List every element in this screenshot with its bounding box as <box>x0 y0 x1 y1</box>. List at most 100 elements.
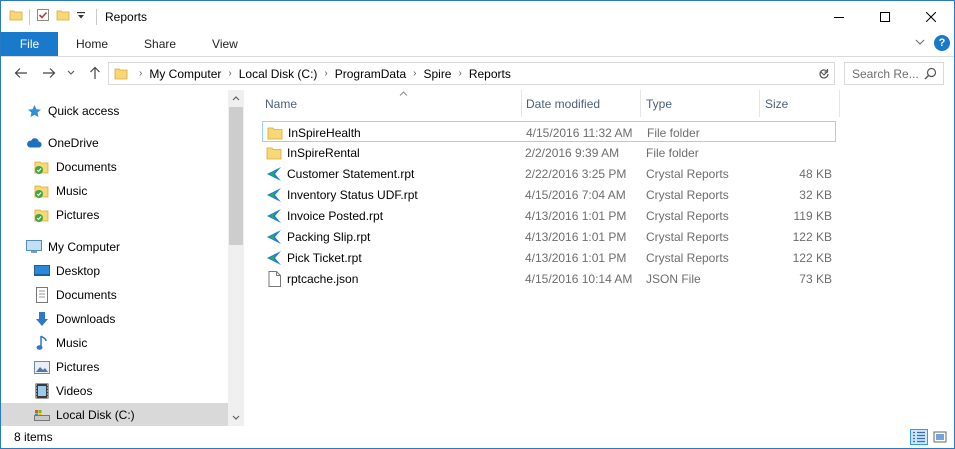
status-bar: 8 items <box>1 426 954 448</box>
nav-local-disk[interactable]: Local Disk (C:) <box>1 403 228 426</box>
back-button[interactable] <box>9 61 33 85</box>
recent-locations-button[interactable] <box>63 61 79 85</box>
address-bar[interactable]: › My Computer › Local Disk (C:) › Progra… <box>108 62 835 85</box>
column-type-header[interactable]: Type <box>640 90 760 117</box>
scrollbar-thumb[interactable] <box>229 107 243 245</box>
nav-pictures[interactable]: Pictures <box>1 355 228 379</box>
breadcrumb-chevron-icon[interactable]: › <box>413 68 416 79</box>
file-name: Pick Ticket.rpt <box>287 250 362 265</box>
up-button[interactable] <box>83 61 107 85</box>
file-size: 119 KB <box>793 208 832 223</box>
column-date-header[interactable]: Date modified <box>520 90 641 117</box>
breadcrumb-chevron-icon[interactable]: › <box>139 68 142 79</box>
nav-onedrive[interactable]: OneDrive <box>1 131 228 155</box>
nav-onedrive-pictures[interactable]: Pictures <box>1 203 228 227</box>
file-row[interactable]: rptcache.json 4/15/2016 10:14 AM JSON Fi… <box>262 268 836 289</box>
nav-music[interactable]: Music <box>1 331 228 355</box>
file-date: 4/13/2016 1:01 PM <box>525 208 627 223</box>
file-date: 4/13/2016 1:01 PM <box>525 250 627 265</box>
file-date: 4/13/2016 1:01 PM <box>525 229 627 244</box>
nav-onedrive-music[interactable]: Music <box>1 179 228 203</box>
file-name: Packing Slip.rpt <box>287 229 371 244</box>
large-icons-view-button[interactable] <box>931 429 949 445</box>
file-row[interactable]: Packing Slip.rpt 4/13/2016 1:01 PM Cryst… <box>262 226 836 247</box>
file-size: 32 KB <box>799 187 832 202</box>
pictures-icon <box>34 359 50 375</box>
breadcrumb-my-computer[interactable]: My Computer <box>149 67 221 81</box>
crystal-reports-icon <box>266 166 282 182</box>
documents-icon <box>34 287 50 303</box>
file-size: 73 KB <box>799 271 832 286</box>
file-row[interactable]: InSpireRental 2/2/2016 9:39 AM File fold… <box>262 142 836 163</box>
nav-quick-access[interactable]: Quick access <box>1 99 228 123</box>
title-bar: Reports <box>1 1 954 32</box>
file-row[interactable]: Inventory Status UDF.rpt 4/15/2016 7:04 … <box>262 184 836 205</box>
forward-button[interactable] <box>37 61 61 85</box>
file-type: Crystal Reports <box>646 166 729 181</box>
folder-icon <box>266 145 282 161</box>
nav-label: Pictures <box>56 360 100 374</box>
scroll-down-icon[interactable] <box>228 409 244 426</box>
nav-downloads[interactable]: Downloads <box>1 307 228 331</box>
crystal-reports-icon <box>266 250 282 266</box>
file-row[interactable]: InSpireHealth 4/15/2016 11:32 AM File fo… <box>262 121 836 142</box>
file-name: InSpireHealth <box>288 125 361 140</box>
nav-label: Music <box>56 336 88 350</box>
breadcrumb-spire[interactable]: Spire <box>423 67 451 81</box>
file-type: File folder <box>647 125 700 140</box>
cloud-icon <box>26 135 42 151</box>
file-size: 48 KB <box>799 166 832 181</box>
ribbon-tabs: File Home Share View ? <box>1 32 954 57</box>
help-icon[interactable]: ? <box>934 35 950 51</box>
breadcrumb-programdata[interactable]: ProgramData <box>335 67 406 81</box>
search-input[interactable]: Search Re... <box>844 62 944 85</box>
breadcrumb-chevron-icon[interactable]: › <box>228 68 231 79</box>
nav-label: Documents <box>56 288 117 302</box>
refresh-icon <box>818 68 829 79</box>
large-icons-view-icon <box>933 431 947 443</box>
nav-onedrive-documents[interactable]: Documents <box>1 155 228 179</box>
tab-view[interactable]: View <box>194 32 256 56</box>
minimize-button[interactable] <box>816 1 862 32</box>
nav-documents[interactable]: Documents <box>1 283 228 307</box>
file-date: 4/15/2016 7:04 AM <box>525 187 626 202</box>
file-type: File folder <box>646 145 699 160</box>
refresh-button[interactable] <box>813 62 835 85</box>
file-row[interactable]: Pick Ticket.rpt 4/13/2016 1:01 PM Crysta… <box>262 247 836 268</box>
nav-label: OneDrive <box>48 136 99 150</box>
navpane-scrollbar[interactable] <box>228 90 244 426</box>
nav-my-computer[interactable]: My Computer <box>1 235 228 259</box>
column-size-header[interactable]: Size <box>759 90 840 117</box>
breadcrumb-chevron-icon[interactable]: › <box>324 68 327 79</box>
folder-icon <box>9 8 23 25</box>
tab-share[interactable]: Share <box>126 32 194 56</box>
scroll-up-icon[interactable] <box>228 90 244 107</box>
file-row[interactable]: Invoice Posted.rpt 4/13/2016 1:01 PM Cry… <box>262 205 836 226</box>
film-icon <box>34 383 50 399</box>
back-arrow-icon <box>14 68 27 78</box>
details-view-button[interactable] <box>910 429 928 445</box>
breadcrumb-chevron-icon[interactable]: › <box>458 68 461 79</box>
new-folder-icon[interactable] <box>56 8 70 25</box>
breadcrumb-local-disk[interactable]: Local Disk (C:) <box>239 67 318 81</box>
breadcrumb-reports[interactable]: Reports <box>469 67 511 81</box>
file-list: Name Date modified Type Size InSpireHeal… <box>244 90 954 426</box>
customize-qat-dropdown-icon[interactable] <box>76 10 86 24</box>
search-icon[interactable] <box>924 67 937 83</box>
maximize-button[interactable] <box>862 1 908 32</box>
expand-ribbon-icon[interactable] <box>914 36 926 51</box>
file-name: Inventory Status UDF.rpt <box>287 187 418 202</box>
nav-desktop[interactable]: Desktop <box>1 259 228 283</box>
nav-label: Local Disk (C:) <box>56 408 135 422</box>
tab-file[interactable]: File <box>1 32 58 56</box>
navigation-bar: › My Computer › Local Disk (C:) › Progra… <box>1 57 954 90</box>
file-type: Crystal Reports <box>646 187 729 202</box>
chevron-down-icon <box>67 70 75 75</box>
properties-checkmark-icon[interactable] <box>36 8 50 25</box>
window-title: Reports <box>105 9 148 24</box>
file-row[interactable]: Customer Statement.rpt 2/22/2016 3:25 PM… <box>262 163 836 184</box>
nav-videos[interactable]: Videos <box>1 379 228 403</box>
tab-home[interactable]: Home <box>58 32 126 56</box>
column-name-header[interactable]: Name <box>259 90 522 117</box>
close-button[interactable] <box>908 1 954 32</box>
